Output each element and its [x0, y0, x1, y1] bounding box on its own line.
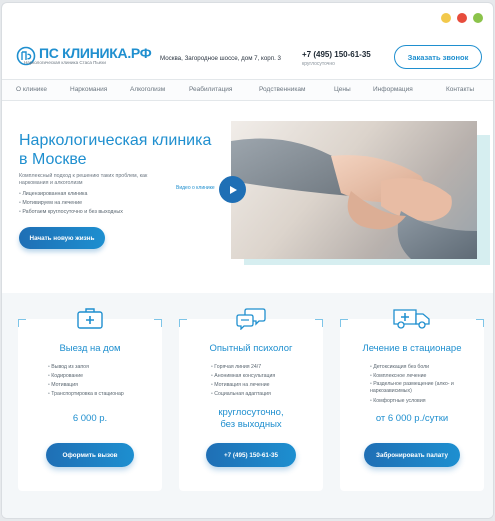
phone-call-button[interactable]: +7 (495) 150-61-35	[206, 443, 296, 467]
card-corner	[18, 319, 26, 327]
hero-bullets: Лицензированная клиника Мотивируем на ле…	[19, 190, 123, 217]
logo-text: ПС КЛИНИКА.РФ	[39, 45, 152, 61]
nav-item-alcoholism[interactable]: Алкоголизм	[130, 86, 165, 93]
card-price: круглосуточно, без выходных	[218, 407, 284, 430]
service-card-inpatient: Лечение в стационаре Детоксикация без бо…	[340, 309, 484, 491]
hands-illustration	[231, 138, 477, 259]
card-list-item: Комфортные условия	[370, 397, 480, 406]
minimize-dot[interactable]	[441, 13, 451, 23]
card-list: Детоксикация без боли Комплексное лечени…	[370, 363, 480, 406]
browser-window: ПС КЛИНИКА.РФ Наркологическая клиника Ст…	[1, 2, 494, 519]
main-nav: О клинике Наркомания Алкоголизм Реабилит…	[2, 79, 493, 101]
phone-hours: круглосуточно	[302, 61, 335, 67]
hero-bullet: Работаем круглосуточно и без выходных	[19, 208, 123, 217]
hero-subtitle: Комплексный подход к решению таких пробл…	[19, 173, 148, 186]
card-list: Горячая линия 24/7 Анонимная консультаци…	[211, 363, 275, 399]
service-card-home-visit: Выезд на дом Вывод из запоя Кодирование …	[18, 308, 162, 491]
nav-item-information[interactable]: Информация	[373, 86, 413, 93]
card-title: Лечение в стационаре	[362, 343, 462, 354]
window-chrome	[2, 3, 493, 37]
card-list-item: Раздельное размещение (алко- и наркозави…	[370, 381, 480, 395]
card-corner	[476, 319, 484, 327]
card-list-item: Мотивация на лечение	[211, 381, 275, 390]
chat-bubbles-icon	[231, 305, 271, 331]
play-icon	[229, 185, 237, 194]
medical-kit-icon	[70, 305, 110, 331]
nav-item-rehabilitation[interactable]: Реабилитация	[189, 86, 232, 93]
service-card-psychologist: Опытный психолог Горячая линия 24/7 Анон…	[179, 308, 323, 491]
nav-item-about[interactable]: О клинике	[16, 86, 47, 93]
card-list-item: Вывод из запоя	[48, 363, 124, 372]
play-video-button[interactable]	[219, 176, 246, 203]
card-price: 6 000 р.	[72, 413, 108, 424]
card-list-item: Горячая линия 24/7	[211, 363, 275, 372]
nav-item-contacts[interactable]: Контакты	[446, 86, 474, 93]
card-title: Выезд на дом	[59, 343, 121, 354]
nav-item-prices[interactable]: Цены	[334, 86, 351, 93]
hero-image-hands	[231, 121, 477, 259]
card-title: Опытный психолог	[209, 343, 293, 354]
start-new-life-button[interactable]: Начать новую жизнь	[19, 227, 105, 249]
card-list-item: Социальная адаптация	[211, 390, 275, 399]
card-list-item: Детоксикация без боли	[370, 363, 480, 372]
maximize-dot[interactable]	[473, 13, 483, 23]
video-label[interactable]: Видео о клинике	[176, 185, 215, 191]
call-request-button[interactable]: Заказать звонок	[394, 45, 482, 69]
card-list: Вывод из запоя Кодирование Мотивация Тра…	[48, 363, 124, 399]
card-corner	[315, 319, 323, 327]
hero-bullet: Мотивируем на лечение	[19, 199, 123, 208]
nav-item-relatives[interactable]: Родственникам	[259, 86, 305, 93]
nav-item-drug-addiction[interactable]: Наркомания	[70, 86, 107, 93]
card-list-item: Транспортировка в стационар	[48, 390, 123, 399]
card-list-item: Комплексное лечение	[370, 372, 480, 381]
card-corner	[179, 319, 187, 327]
ambulance-icon	[392, 305, 432, 331]
hero-title: Наркологическая клиника в Москве	[19, 132, 212, 168]
card-list-item: Анонимная консультация	[211, 372, 275, 381]
card-price: от 6 000 р./сутки	[375, 413, 449, 424]
order-visit-button[interactable]: Оформить вызов	[46, 443, 134, 467]
logo-subtitle: Наркологическая клиника Стаса Пьехи	[24, 60, 106, 65]
address: Москва, Загородное шоссе, дом 7, корп. 3	[160, 55, 281, 62]
card-list-item: Кодирование	[48, 372, 124, 381]
site-header: ПС КЛИНИКА.РФ Наркологическая клиника Ст…	[2, 43, 493, 77]
card-corner	[154, 319, 162, 327]
card-list-item: Мотивация	[48, 381, 124, 390]
card-corner	[340, 319, 348, 327]
book-room-button[interactable]: Забронировать палату	[364, 443, 460, 467]
close-dot[interactable]	[457, 13, 467, 23]
screenshot-frame: ПС КЛИНИКА.РФ Наркологическая клиника Ст…	[0, 0, 495, 521]
hero-bullet: Лицензированная клиника	[19, 190, 123, 199]
header-phone[interactable]: +7 (495) 150-61-35	[302, 50, 371, 59]
